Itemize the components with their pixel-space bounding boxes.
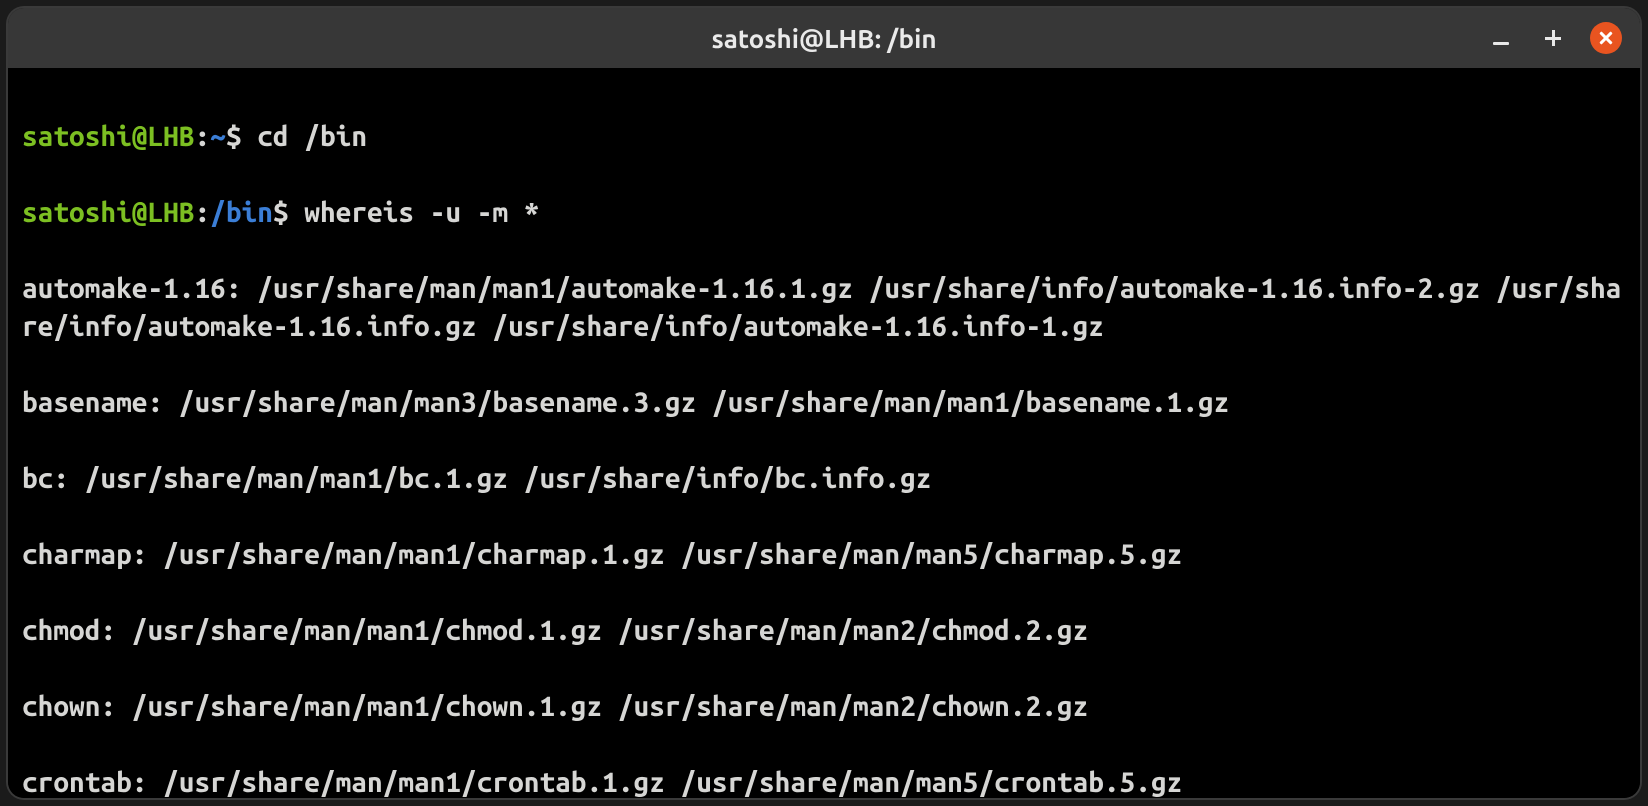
output-line: automake-1.16: /usr/share/man/man1/autom… (22, 270, 1626, 346)
output-line: charmap: /usr/share/man/man1/charmap.1.g… (22, 536, 1626, 574)
prompt-line: satoshi@LHB:/bin$ whereis -u -m * (22, 194, 1626, 232)
prompt-dollar: $ (273, 197, 304, 228)
output-line: bc: /usr/share/man/man1/bc.1.gz /usr/sha… (22, 460, 1626, 498)
window-controls (1486, 8, 1622, 68)
prompt-path: /bin (210, 197, 273, 228)
minimize-button[interactable] (1486, 23, 1516, 53)
prompt-line: satoshi@LHB:~$ cd /bin (22, 118, 1626, 156)
output-line: chmod: /usr/share/man/man1/chmod.1.gz /u… (22, 612, 1626, 650)
close-button[interactable] (1590, 22, 1622, 54)
terminal-window: satoshi@LHB: /bin satoshi@LHB:~$ cd /bin… (8, 8, 1640, 798)
output-line: basename: /usr/share/man/man3/basename.3… (22, 384, 1626, 422)
prompt-path: ~ (210, 121, 226, 152)
prompt-colon: : (194, 197, 210, 228)
terminal-body[interactable]: satoshi@LHB:~$ cd /bin satoshi@LHB:/bin$… (8, 68, 1640, 798)
output-line: chown: /usr/share/man/man1/chown.1.gz /u… (22, 688, 1626, 726)
titlebar[interactable]: satoshi@LHB: /bin (8, 8, 1640, 68)
window-title: satoshi@LHB: /bin (711, 24, 936, 53)
output-line: crontab: /usr/share/man/man1/crontab.1.g… (22, 764, 1626, 798)
prompt-dollar: $ (226, 121, 257, 152)
command-text: cd /bin (257, 121, 367, 152)
prompt-user-host: satoshi@LHB (22, 121, 194, 152)
command-text: whereis -u -m * (304, 197, 539, 228)
maximize-button[interactable] (1538, 23, 1568, 53)
prompt-colon: : (194, 121, 210, 152)
prompt-user-host: satoshi@LHB (22, 197, 194, 228)
